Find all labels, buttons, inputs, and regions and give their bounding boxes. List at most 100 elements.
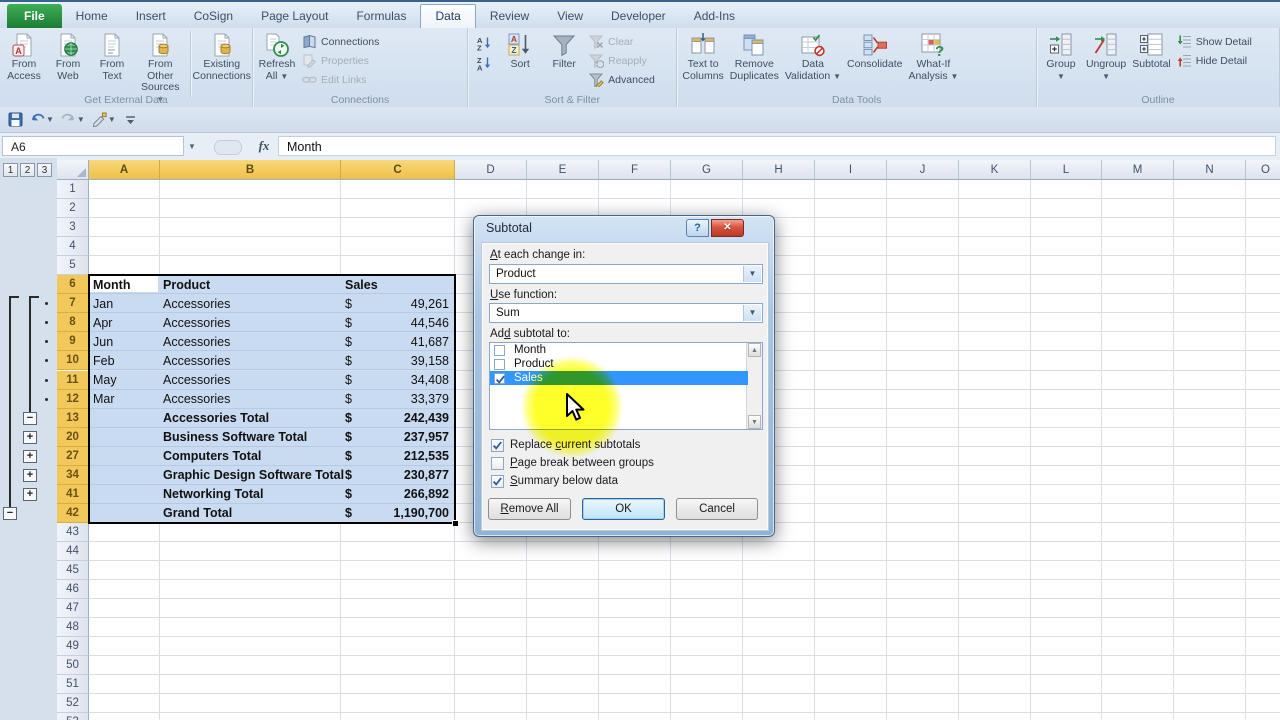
tab-file[interactable]: File [7,4,62,28]
undo-button[interactable]: ▼ [30,110,54,130]
subtotal-field-product[interactable]: Product [490,357,748,371]
insert-function-icon[interactable]: fx [252,136,276,156]
row-header-47[interactable]: 47 [57,599,89,619]
name-box[interactable]: A6 [2,136,184,156]
customize-qat-button[interactable] [123,110,138,130]
row-header-6[interactable]: 6 [57,275,89,295]
tab-insert[interactable]: Insert [122,4,180,28]
row-header-4[interactable]: 4 [57,237,89,257]
connections-button[interactable]: Connections [301,32,379,51]
select-all-corner[interactable] [57,160,89,180]
cell-A7[interactable]: Jan [93,297,113,311]
row-header-43[interactable]: 43 [57,522,89,542]
row-header-49[interactable]: 49 [57,637,89,657]
checked-checkbox-icon[interactable] [491,438,504,452]
scroll-down-icon[interactable]: ▼ [748,415,761,429]
help-button[interactable]: ? [686,219,709,237]
cell-C7[interactable]: 49,261 [349,297,449,311]
scroll-up-icon[interactable]: ▲ [748,343,761,357]
unchecked-checkbox-icon[interactable] [494,358,505,370]
tab-cosign[interactable]: CoSign [180,4,247,28]
group-button[interactable]: Group ▼ [1039,29,1083,82]
fill-handle[interactable] [452,519,459,527]
add-subtotal-listbox[interactable]: ▲ ▼ Month Product Sales [489,342,763,430]
column-header-E[interactable]: E [527,160,599,180]
option-page-break-between-groups[interactable]: Page break between groups [491,455,654,471]
cell-C11[interactable]: 34,408 [349,373,449,387]
collapse-all-button[interactable]: − [3,506,17,520]
column-header-G[interactable]: G [671,160,743,180]
checked-checkbox-icon[interactable] [491,474,504,488]
cell-A8[interactable]: Apr [93,316,112,330]
format-painter-button[interactable]: ▼ [92,110,116,130]
column-header-B[interactable]: B [160,160,341,180]
row-header-8[interactable]: 8 [57,313,89,333]
outline-level-3-button[interactable]: 3 [37,163,52,177]
name-box-dropdown-icon[interactable]: ▼ [184,136,200,156]
from-web-button[interactable]: From Web [46,29,90,82]
cell-C12[interactable]: 33,379 [349,392,449,406]
expand-group-button[interactable]: + [23,468,37,482]
save-button[interactable] [8,110,23,130]
tab-home[interactable]: Home [62,4,122,28]
row-header-12[interactable]: 12 [57,389,89,409]
cell-B6[interactable]: Product [163,278,423,292]
subtotal-button[interactable]: Subtotal [1129,29,1174,71]
cell-A12[interactable]: Mar [93,392,115,406]
row-header-53[interactable]: 53 [57,713,89,720]
advanced-button[interactable]: Advanced [588,70,655,89]
subtotal-field-month[interactable]: Month [490,343,748,357]
at-each-change-combo[interactable]: Product ▼ [489,264,763,284]
column-header-I[interactable]: I [815,160,887,180]
what-if-analysis-button[interactable]: ? What-If Analysis ▼ [905,29,961,82]
tab-add-ins[interactable]: Add-Ins [680,4,749,28]
cell-A9[interactable]: Jun [93,335,113,349]
ok-button[interactable]: OK [582,498,665,520]
consolidate-button[interactable]: Consolidate [844,29,905,71]
tab-view[interactable]: View [543,4,597,28]
dialog-title[interactable]: Subtotal [486,221,532,235]
cell-C27[interactable]: 212,535 [349,449,449,463]
row-header-9[interactable]: 9 [57,332,89,352]
row-header-45[interactable]: 45 [57,561,89,581]
cell-C34[interactable]: 230,877 [349,468,449,482]
outline-level-1-button[interactable]: 1 [3,163,18,177]
tab-formulas[interactable]: Formulas [342,4,420,28]
option-summary-below-data[interactable]: Summary below data [491,473,618,489]
data-validation-button[interactable]: Data Validation ▼ [782,29,844,82]
cell-C42[interactable]: 1,190,700 [349,506,449,520]
tab-data[interactable]: Data [420,4,476,28]
expand-group-button[interactable]: + [23,449,37,463]
remove-duplicates-button[interactable]: Remove Duplicates [727,29,782,82]
tab-developer[interactable]: Developer [597,4,680,28]
column-header-H[interactable]: H [743,160,815,180]
sort-descending-button[interactable]: ZA [472,53,496,73]
cell-C20[interactable]: 237,957 [349,430,449,444]
cell-A11[interactable]: May [93,373,117,387]
cell-C9[interactable]: 41,687 [349,335,449,349]
row-header-44[interactable]: 44 [57,541,89,561]
cell-C41[interactable]: 266,892 [349,487,449,501]
column-header-L[interactable]: L [1031,160,1102,180]
column-header-F[interactable]: F [599,160,671,180]
expand-group-button[interactable]: + [23,430,37,444]
row-header-20[interactable]: 20 [57,427,89,447]
row-header-2[interactable]: 2 [57,199,89,219]
row-header-42[interactable]: 42 [57,503,89,523]
cell-A6[interactable]: Month [93,278,130,292]
subtotal-field-sales[interactable]: Sales [490,371,748,385]
expand-group-button[interactable]: + [23,487,37,501]
row-header-7[interactable]: 7 [57,294,89,314]
use-function-combo[interactable]: Sum ▼ [489,303,763,323]
ungroup-button[interactable]: Ungroup ▼ [1083,29,1129,82]
listbox-scrollbar[interactable]: ▲ ▼ [746,343,762,429]
formula-input[interactable]: Month [278,136,1276,156]
sort-ascending-button[interactable]: AZ [472,33,496,53]
column-header-C[interactable]: C [341,160,455,180]
column-header-M[interactable]: M [1102,160,1174,180]
row-header-41[interactable]: 41 [57,484,89,504]
row-header-27[interactable]: 27 [57,446,89,466]
row-header-10[interactable]: 10 [57,351,89,371]
option-replace-current-subtotals[interactable]: Replace current subtotals [491,437,640,453]
row-header-50[interactable]: 50 [57,656,89,676]
